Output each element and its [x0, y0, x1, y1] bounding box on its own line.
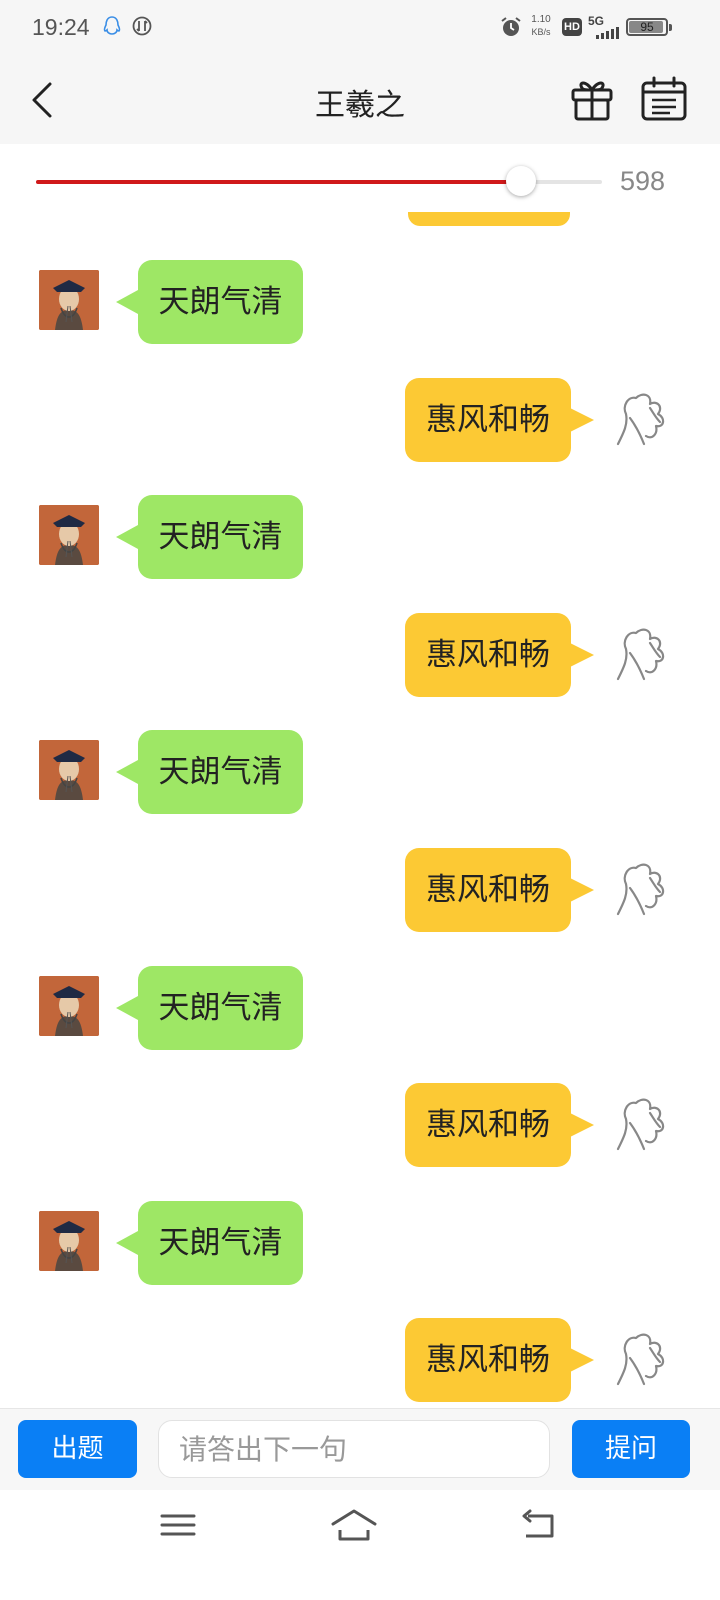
progress-count: 598 — [620, 166, 666, 196]
user-avatar-icon[interactable] — [610, 858, 670, 918]
message-bubble[interactable]: 惠风和畅 — [405, 1318, 571, 1403]
answer-input[interactable] — [158, 1420, 550, 1478]
message-bubble[interactable]: 惠风和畅 — [405, 1083, 571, 1168]
battery-icon: 95 — [626, 18, 672, 36]
chat-message-left: 天朗气清 — [0, 260, 720, 344]
hd-badge: HD — [562, 18, 582, 36]
user-avatar-icon[interactable] — [610, 1093, 670, 1153]
menu-icon[interactable] — [158, 1508, 198, 1542]
chat-list[interactable]: 天朗气清 惠风和畅 天朗气清 惠风和畅 天朗气清 惠风和畅 天朗气清 惠风和畅 … — [0, 212, 720, 1408]
chat-message-left: 天朗气清 — [0, 495, 720, 580]
bubble-tail — [116, 995, 138, 1020]
partial-message-bubble — [408, 212, 570, 226]
bubble-tail — [570, 407, 594, 432]
chat-message-left: 天朗气清 — [0, 730, 720, 815]
input-bar: 出题 提问 — [0, 1408, 720, 1491]
net-speed-value: 1.10 — [531, 14, 551, 25]
bubble-tail — [116, 290, 138, 314]
app-header: 王羲之 — [0, 56, 720, 144]
alarm-icon — [501, 17, 521, 36]
net-speed-unit: KB/s — [531, 27, 551, 37]
message-bubble[interactable]: 惠风和畅 — [405, 377, 571, 462]
chat-message-right: 惠风和畅 — [0, 848, 720, 932]
wang-xizhi-avatar[interactable] — [39, 740, 99, 801]
chat-message-left: 天朗气清 — [0, 1200, 720, 1285]
bubble-tail — [570, 642, 594, 667]
wang-xizhi-avatar[interactable] — [39, 270, 99, 330]
chat-message-right: 惠风和畅 — [0, 1318, 720, 1403]
slider-fill — [36, 180, 522, 184]
data-saver-icon — [132, 16, 152, 36]
chat-message-right: 惠风和畅 — [0, 377, 720, 462]
message-bubble[interactable]: 天朗气清 — [138, 730, 303, 815]
net-speed: 1.10 KB/s — [528, 14, 554, 38]
message-bubble[interactable]: 天朗气清 — [138, 260, 303, 344]
chat-message-right: 惠风和畅 — [0, 612, 720, 697]
chat-message-right: 惠风和畅 — [0, 1083, 720, 1168]
bubble-tail — [570, 1348, 594, 1373]
system-nav-bar — [0, 1490, 720, 1600]
bubble-tail — [570, 1113, 594, 1138]
signal-icon: 5G — [588, 14, 624, 40]
bubble-tail — [570, 878, 594, 902]
home-icon[interactable] — [330, 1508, 378, 1542]
message-bubble[interactable]: 天朗气清 — [138, 1200, 303, 1285]
back-nav-icon[interactable] — [518, 1508, 558, 1542]
calendar-icon[interactable] — [640, 76, 688, 122]
status-time: 19:24 — [32, 14, 90, 40]
wang-xizhi-avatar[interactable] — [39, 505, 99, 566]
user-avatar-icon[interactable] — [610, 1328, 670, 1388]
wang-xizhi-avatar[interactable] — [39, 1210, 99, 1271]
message-bubble[interactable]: 惠风和畅 — [405, 612, 571, 697]
bubble-tail — [116, 760, 138, 785]
user-avatar-icon[interactable] — [610, 388, 670, 448]
bubble-tail — [116, 525, 138, 550]
question-button[interactable]: 出题 — [18, 1420, 137, 1478]
battery-level: 95 — [640, 20, 654, 34]
slider-thumb[interactable] — [506, 166, 537, 196]
message-bubble[interactable]: 天朗气清 — [138, 965, 303, 1050]
message-bubble[interactable]: 天朗气清 — [138, 495, 303, 580]
qq-icon — [103, 16, 121, 35]
wang-xizhi-avatar[interactable] — [39, 975, 99, 1036]
ask-button[interactable]: 提问 — [572, 1420, 690, 1478]
user-avatar-icon[interactable] — [610, 623, 670, 683]
chat-message-left: 天朗气清 — [0, 965, 720, 1050]
status-bar: 19:24 1.10 KB/s HD 5G 95 — [0, 0, 720, 56]
message-bubble[interactable]: 惠风和畅 — [405, 848, 571, 932]
progress-slider[interactable] — [36, 166, 602, 198]
gift-icon[interactable] — [570, 76, 614, 122]
bubble-tail — [116, 1230, 138, 1255]
